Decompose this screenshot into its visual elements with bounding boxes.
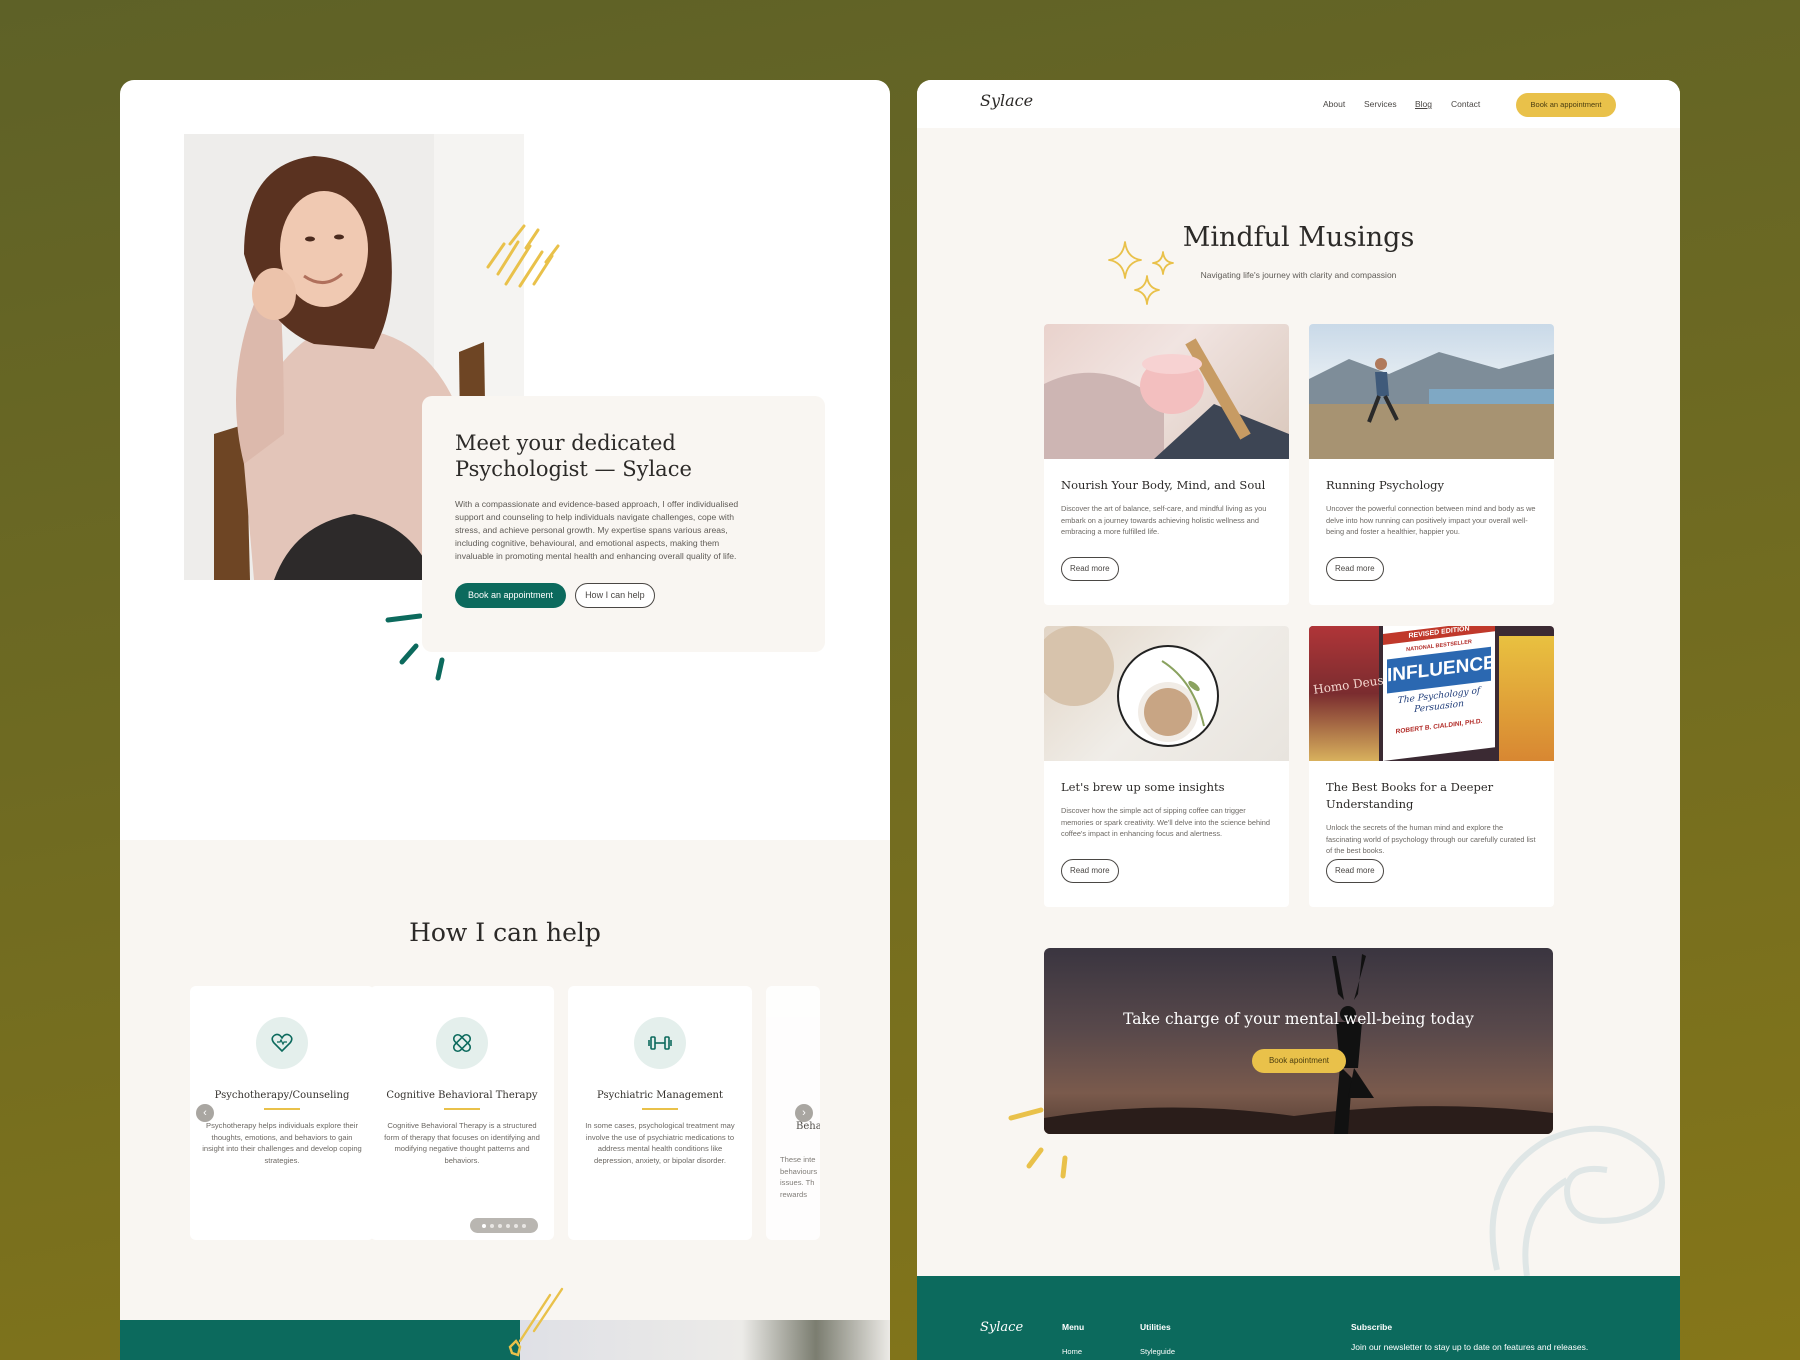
nav-link-blog[interactable]: Blog	[1415, 99, 1432, 109]
book-appointment-button[interactable]: Book an appointment	[455, 583, 567, 608]
post-excerpt: Unlock the secrets of the human mind and…	[1326, 823, 1536, 855]
hero-buttons: Book an appointment How I can help	[455, 583, 792, 608]
post-image-books: Homo Deus REVISED EDITION NATIONAL BESTS…	[1309, 626, 1554, 761]
post-title: The Best Books for a Deeper Understandin…	[1326, 780, 1494, 811]
yellow-rays-icon	[1008, 1107, 1068, 1179]
swirl-decoration-icon	[1489, 1125, 1665, 1277]
cta-book-appointment-button[interactable]: Book apointment	[1252, 1049, 1346, 1073]
blog-page-panel: Sylace About Services Blog Contact Book …	[917, 80, 1680, 1360]
footer-menu-heading: Menu	[1062, 1322, 1085, 1332]
footer-link-home[interactable]: Home	[1062, 1347, 1082, 1356]
hero-title: Meet your dedicated Psychologist — Sylac…	[455, 431, 692, 481]
blog-post-card[interactable]: Nourish Your Body, Mind, and Soul Discov…	[1044, 324, 1289, 605]
nav-book-appointment-button[interactable]: Book an appointment	[1516, 93, 1616, 117]
nav-link-contact[interactable]: Contact	[1451, 99, 1480, 109]
hatch-decoration-icon	[486, 224, 560, 288]
post-image-coffee	[1044, 626, 1289, 761]
influence-book-cover: REVISED EDITION NATIONAL BESTSELLER INFL…	[1383, 626, 1496, 761]
hero-card: Meet your dedicated Psychologist — Sylac…	[422, 396, 825, 652]
blog-post-card[interactable]: Homo Deus REVISED EDITION NATIONAL BESTS…	[1309, 626, 1554, 907]
post-title: Nourish Your Body, Mind, and Soul	[1061, 478, 1266, 492]
nav-link-about[interactable]: About	[1323, 99, 1345, 109]
read-more-button[interactable]: Read more	[1061, 557, 1119, 581]
top-navigation: Sylace About Services Blog Contact Book …	[917, 80, 1680, 128]
site-logo[interactable]: Sylace	[980, 91, 1033, 110]
post-title: Let's brew up some insights	[1061, 780, 1225, 794]
book-author: ROBERT B. CIALDINI, PH.D.	[1395, 717, 1483, 736]
yellow-book-cover	[1499, 636, 1554, 761]
post-excerpt: Uncover the powerful connection between …	[1326, 504, 1536, 536]
nav-link-services[interactable]: Services	[1364, 99, 1397, 109]
post-title: Running Psychology	[1326, 478, 1445, 492]
blog-title: Mindful Musings	[1182, 222, 1415, 253]
post-image-runner	[1309, 324, 1554, 459]
post-excerpt: Discover how the simple act of sipping c…	[1061, 806, 1270, 838]
footer-link-styleguide[interactable]: Styleguide	[1140, 1347, 1175, 1356]
side-book-cover: Homo Deus	[1309, 626, 1384, 761]
blog-post-card[interactable]: Let's brew up some insights Discover how…	[1044, 626, 1289, 907]
services-page-panel: Meet your dedicated Psychologist — Sylac…	[120, 80, 890, 1360]
hero-description: With a compassionate and evidence-based …	[455, 499, 739, 561]
footer-logo[interactable]: Sylace	[980, 1320, 1023, 1335]
read-more-button[interactable]: Read more	[1061, 859, 1119, 883]
side-book-title: Homo Deus	[1312, 673, 1385, 697]
read-more-button[interactable]: Read more	[1326, 557, 1384, 581]
post-excerpt: Discover the art of balance, self-care, …	[1061, 504, 1267, 536]
footer-utilities-heading: Utilities	[1140, 1322, 1171, 1332]
cta-title: Take charge of your mental well-being to…	[1123, 1010, 1474, 1028]
blog-post-card[interactable]: Running Psychology Uncover the powerful …	[1309, 324, 1554, 605]
how-i-can-help-button[interactable]: How I can help	[575, 583, 655, 608]
footer-subscribe-heading: Subscribe	[1351, 1322, 1393, 1332]
read-more-button[interactable]: Read more	[1326, 859, 1384, 883]
blog-subtitle: Navigating life's journey with clarity a…	[1200, 270, 1397, 280]
post-image-mug	[1044, 324, 1289, 459]
footer-subscribe-text: Join our newsletter to stay up to date o…	[1351, 1342, 1589, 1352]
site-footer: Sylace Menu Home Utilities Styleguide Su…	[917, 1276, 1680, 1360]
